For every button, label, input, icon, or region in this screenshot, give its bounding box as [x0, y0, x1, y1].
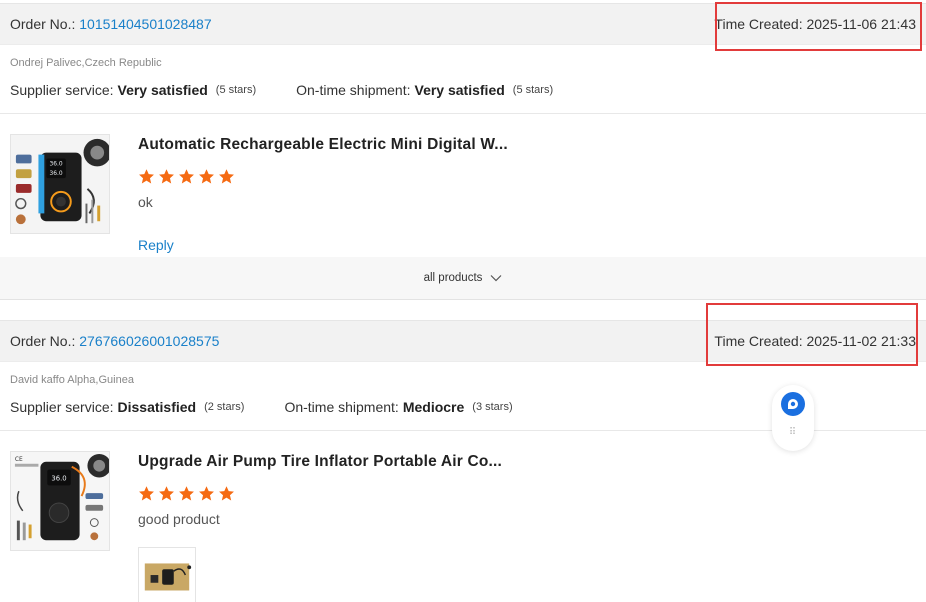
product-title[interactable]: Upgrade Air Pump Tire Inflator Portable … [138, 453, 502, 473]
rating-stars [138, 485, 502, 502]
order-no-link[interactable]: 10151404501028487 [79, 16, 211, 32]
buyer-info: Ondrej Palivec,Czech Republic [10, 57, 162, 69]
product-info: Upgrade Air Pump Tire Inflator Portable … [138, 451, 502, 602]
order-header: Order No.: 10151404501028487 Time Create… [0, 3, 926, 45]
order-number: Order No.: 10151404501028487 [10, 16, 212, 32]
star-icon [158, 485, 175, 502]
star-icon [178, 168, 195, 185]
product-review: 36.0 36.0 Automatic Rechargeable Electri… [0, 114, 926, 234]
star-icon [198, 168, 215, 185]
review-comment: good product [138, 511, 220, 527]
rating-stars [138, 168, 508, 185]
time-created: Time Created: 2025-11-02 21:33 [714, 333, 916, 349]
order-no-label: Order No.: [10, 16, 76, 32]
order-number: Order No.: 276766026001028575 [10, 333, 219, 349]
drag-handle-icon[interactable]: ⠿ [789, 427, 797, 438]
reply-link[interactable]: Reply [138, 237, 174, 253]
thumb-display-text: 36.0 [50, 161, 63, 167]
shipment-label: On-time shipment: [296, 82, 411, 98]
service-ratings: Supplier service: Very satisfied (5 star… [10, 79, 916, 101]
order-header: Order No.: 276766026001028575 Time Creat… [0, 320, 926, 362]
order-card-1: Order No.: 10151404501028487 Time Create… [0, 3, 926, 299]
shipment-label: On-time shipment: [284, 399, 399, 415]
supplier-service-stars: (5 stars) [215, 84, 257, 96]
time-created: Time Created: 2025-11-06 21:43 [714, 16, 916, 32]
order-no-link[interactable]: 276766026001028575 [79, 333, 219, 349]
review-photo[interactable] [138, 547, 196, 602]
star-icon [178, 485, 195, 502]
product-title[interactable]: Automatic Rechargeable Electric Mini Dig… [138, 136, 508, 156]
all-products-toggle[interactable]: all products [0, 257, 926, 299]
svg-text:36.0: 36.0 [50, 171, 63, 177]
thumb-display-text: 36.0 [51, 474, 66, 482]
product-thumbnail[interactable]: 36.0 36.0 [10, 134, 110, 234]
star-icon [158, 168, 175, 185]
supplier-service-label: Supplier service: [10, 82, 114, 98]
review-comment: ok [138, 194, 153, 210]
shipment-stars: (3 stars) [472, 401, 513, 413]
star-icon [198, 485, 215, 502]
shipment-value: Very satisfied [414, 82, 505, 98]
product-info: Automatic Rechargeable Electric Mini Dig… [138, 134, 508, 234]
star-icon [138, 168, 155, 185]
shipment-value: Mediocre [402, 399, 465, 415]
shipment-stars: (5 stars) [512, 84, 554, 96]
chat-bubble-icon[interactable] [780, 391, 806, 417]
buyer-info: David kaffo Alpha,Guinea [10, 374, 134, 386]
order-meta: Ondrej Palivec,Czech Republic Supplier s… [0, 45, 926, 101]
order-no-label: Order No.: [10, 333, 76, 349]
supplier-service-stars: (2 stars) [204, 401, 245, 413]
star-icon [138, 485, 155, 502]
star-icon [218, 485, 235, 502]
order-card-2: Order No.: 276766026001028575 Time Creat… [0, 320, 926, 602]
supplier-service-label: Supplier service: [10, 399, 114, 415]
floating-chat-widget[interactable]: ⠿ [772, 385, 814, 451]
supplier-service-value: Dissatisfied [117, 399, 197, 415]
all-products-label: all products [423, 272, 483, 284]
product-thumbnail[interactable]: CE 36.0 [10, 451, 110, 551]
chevron-down-icon [490, 275, 502, 282]
product-review: CE 36.0 Upgrade Air Pump Tire Inflator P… [0, 431, 926, 602]
supplier-service-value: Very satisfied [117, 82, 208, 98]
star-icon [218, 168, 235, 185]
section-separator [0, 299, 926, 320]
thumb-ce-text: CE [15, 457, 23, 463]
